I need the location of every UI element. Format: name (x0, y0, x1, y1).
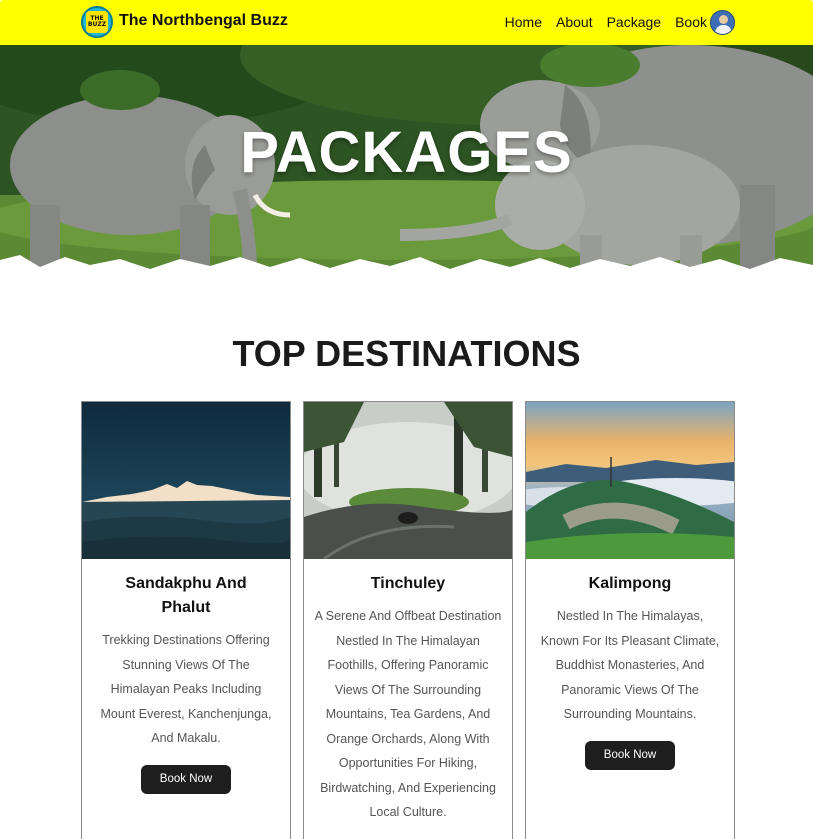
kalimpong-town-image[interactable] (526, 402, 734, 559)
avatar-body-shape (715, 25, 732, 34)
destination-card-tinchuley: Tinchuley A Serene And Offbeat Destinati… (303, 401, 513, 839)
nav-links: Home About Package Book (505, 14, 707, 30)
card-description: A Serene And Offbeat Destination Nestled… (314, 609, 502, 819)
logo-text-bottom: BUZZ (87, 21, 107, 28)
book-now-button[interactable]: Book Now (141, 764, 231, 794)
avatar-head-shape (719, 15, 728, 24)
card-description: Trekking Destinations Offering Stunning … (100, 633, 272, 745)
section-title: TOP DESTINATIONS (232, 333, 581, 374)
book-now-button[interactable]: Book Now (585, 740, 675, 770)
destination-card-sandakphu: Sandakphu And Phalut Trekking Destinatio… (81, 401, 291, 839)
nav-link-about[interactable]: About (556, 14, 593, 30)
card-title: Sandakphu And Phalut (125, 575, 247, 616)
card-title: Tinchuley (370, 575, 446, 592)
logo-badge: THE BUZZ (86, 11, 108, 33)
nav-link-home[interactable]: Home (505, 14, 542, 30)
top-navbar: THE BUZZ The Northbengal Buzz Home About… (0, 0, 813, 45)
nav-link-package[interactable]: Package (607, 14, 661, 30)
card-title: Kalimpong (588, 575, 672, 592)
hero-title: PACKAGES (240, 120, 573, 185)
destination-card-kalimpong: Kalimpong Nestled In The Himalayas, Know… (525, 401, 735, 839)
hero-banner: PACKAGES (0, 45, 813, 285)
sandakphu-mountain-image[interactable] (82, 402, 290, 559)
card-description: Nestled In The Himalayas, Known For Its … (540, 609, 720, 721)
brand-name[interactable]: The Northbengal Buzz (119, 12, 288, 30)
brand-logo[interactable]: THE BUZZ (81, 6, 113, 38)
user-avatar[interactable] (710, 10, 735, 35)
nav-link-book[interactable]: Book (675, 14, 707, 30)
tinchuley-forest-road-image[interactable] (304, 402, 512, 559)
